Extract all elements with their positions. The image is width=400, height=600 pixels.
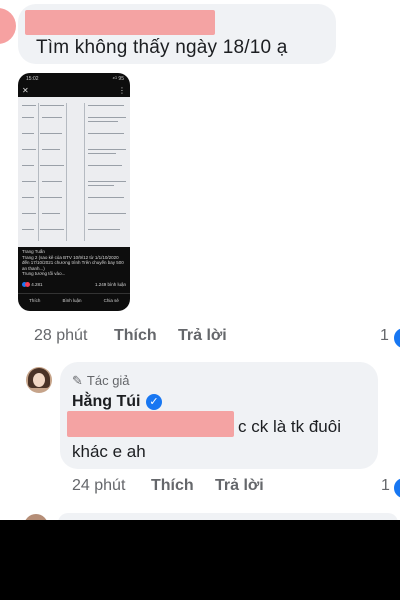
phone-status-bar: 15:02 ⁴ᴳ 95 bbox=[18, 73, 130, 85]
reply-text-line2: khác e ah bbox=[72, 442, 146, 461]
comment-count: 1.249 bình luận bbox=[94, 282, 126, 287]
reply-reply-button[interactable]: Trả lời bbox=[215, 477, 264, 495]
reaction-summary: 4.281 bbox=[22, 282, 43, 288]
post-caption: Trang Tuấn Trang 2 (sao kê của BTV 10/9/… bbox=[22, 249, 124, 276]
author-name[interactable]: Hằng Túi bbox=[72, 393, 140, 411]
post-action-bar: Thích Bình luận Chia sẻ bbox=[18, 293, 130, 306]
author-badge: ✎ Tác giả bbox=[72, 373, 130, 389]
comment-timestamp: 28 phút bbox=[34, 327, 88, 344]
attached-screenshot[interactable]: 15:02 ⁴ᴳ 95 ✕ ⋮ Trang Tuấn Trang 2 (sao … bbox=[18, 73, 130, 311]
reply-text-line1: c ck là tk đuôi bbox=[238, 417, 341, 436]
author-badge-label: Tác giả bbox=[86, 373, 130, 388]
post-comment-button: Bình luận bbox=[62, 297, 82, 303]
redacted-name bbox=[25, 10, 215, 35]
comment-text: Tìm không thấy ngày 18/10 ạ bbox=[36, 37, 288, 58]
like-button[interactable]: Thích bbox=[114, 327, 157, 345]
reaction-count[interactable]: 1 bbox=[380, 327, 389, 345]
love-reaction-icon bbox=[25, 282, 30, 288]
post-like-button: Thích bbox=[29, 297, 41, 303]
post-share-button: Chia sẻ bbox=[103, 297, 119, 303]
reply-reaction-count[interactable]: 1 bbox=[381, 477, 390, 495]
reply-timestamp: 24 phút bbox=[72, 477, 126, 494]
reaction-count: 4.281 bbox=[31, 282, 43, 287]
pen-icon: ✎ bbox=[72, 373, 83, 388]
reply-like-button[interactable]: Thích bbox=[151, 477, 194, 495]
close-icon: ✕ bbox=[22, 86, 29, 95]
author-avatar[interactable] bbox=[26, 367, 52, 393]
black-overlay bbox=[0, 520, 400, 600]
reply-button[interactable]: Trả lời bbox=[178, 327, 227, 345]
verified-icon: ✓ bbox=[146, 394, 162, 410]
like-reaction-icon[interactable] bbox=[392, 326, 400, 350]
like-reaction-icon[interactable] bbox=[392, 476, 400, 500]
more-icon: ⋮ bbox=[118, 86, 126, 95]
commenter-avatar[interactable] bbox=[0, 8, 16, 44]
document-image bbox=[18, 97, 130, 247]
phone-status-signal: ⁴ᴳ 95 bbox=[112, 76, 124, 82]
phone-status-time: 15:02 bbox=[26, 76, 39, 82]
redacted-text bbox=[67, 411, 234, 437]
